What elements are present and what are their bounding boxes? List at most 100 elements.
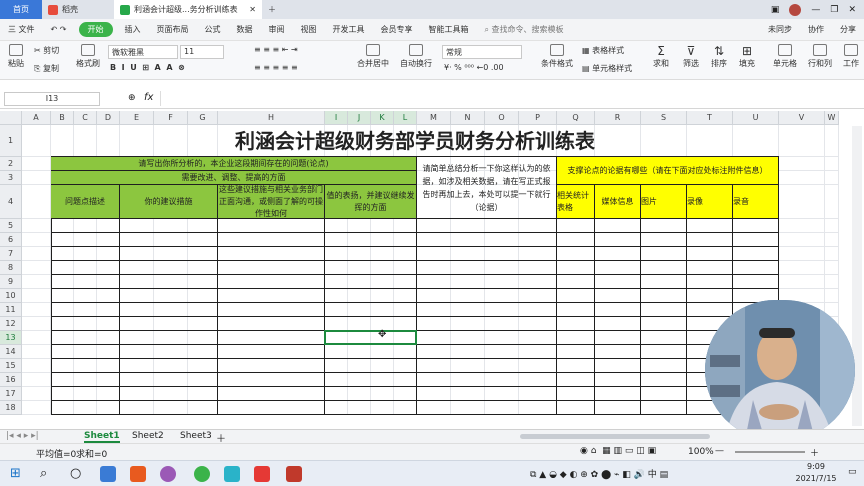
menu-file[interactable]: 三 文件 — [0, 24, 43, 35]
grid-cell[interactable] — [825, 261, 839, 275]
table-cell[interactable] — [51, 387, 120, 401]
column-header-R[interactable]: R — [595, 111, 641, 125]
paste-button[interactable]: 粘贴 — [4, 44, 28, 69]
table-cell[interactable] — [641, 261, 687, 275]
column-header-A[interactable]: A — [22, 111, 51, 125]
column-header-C[interactable]: C — [74, 111, 97, 125]
table-cell[interactable] — [325, 247, 417, 261]
header-problem-desc[interactable]: 问题点描述 — [51, 185, 120, 219]
grid-cell[interactable] — [22, 185, 51, 219]
menu-insert[interactable]: 插入 — [117, 24, 149, 35]
zoom-icon[interactable]: ⊕ — [128, 93, 136, 103]
table-cell[interactable] — [733, 275, 779, 289]
grid-cell[interactable] — [779, 261, 825, 275]
table-cell[interactable] — [325, 275, 417, 289]
header-suggestion[interactable]: 你的建议措施 — [120, 185, 218, 219]
grid-cell[interactable] — [825, 219, 839, 233]
task-view-icon[interactable]: ○ — [70, 466, 81, 481]
worksheet-button[interactable]: 工作 — [840, 44, 862, 69]
table-cell[interactable] — [218, 233, 325, 247]
table-cell[interactable] — [218, 401, 325, 415]
header-evidence-summary[interactable]: 请简单总结分析一下你这样认为的依据，如涉及相关数据，请在写正式报告时再加上去，本… — [417, 157, 557, 219]
column-header-M[interactable]: M — [417, 111, 451, 125]
table-cell[interactable] — [218, 261, 325, 275]
table-cell[interactable] — [325, 303, 417, 317]
grid-cell[interactable] — [22, 345, 51, 359]
table-cell[interactable] — [733, 247, 779, 261]
row-header-9[interactable]: 9 — [0, 275, 22, 289]
row-header-5[interactable]: 5 — [0, 219, 22, 233]
table-cell[interactable] — [218, 317, 325, 331]
fill-button[interactable]: ⊞ 填充 — [734, 44, 760, 69]
table-cell[interactable] — [557, 331, 595, 345]
header-praise[interactable]: 值的表扬，并建议继续发挥的方面 — [325, 185, 417, 219]
recorder-icon[interactable] — [286, 466, 302, 482]
close-window-icon[interactable]: ✕ — [848, 5, 856, 15]
table-cell[interactable] — [557, 233, 595, 247]
number-format-buttons[interactable]: ¥· % ⁰⁰⁰ ←0 .00 — [444, 63, 524, 72]
column-header-K[interactable]: K — [371, 111, 394, 125]
table-cell[interactable] — [325, 401, 417, 415]
table-cell[interactable] — [120, 233, 218, 247]
grid-cell[interactable] — [825, 185, 839, 219]
table-cell[interactable] — [687, 233, 733, 247]
column-header-N[interactable]: N — [451, 111, 485, 125]
align-buttons-top[interactable]: ≡ ≡ ≡ ⇤ ⇥ — [254, 45, 334, 54]
wps-icon[interactable] — [254, 466, 270, 482]
table-cell[interactable] — [557, 345, 595, 359]
row-header-3[interactable]: 3 — [0, 171, 22, 185]
menu-view[interactable]: 视图 — [293, 24, 325, 35]
file-explorer-icon[interactable] — [100, 466, 116, 482]
menu-data[interactable]: 数据 — [229, 24, 261, 35]
fx-icon[interactable]: fx — [144, 92, 153, 103]
cut-button[interactable]: ✂ 剪切 — [34, 45, 68, 56]
table-cell[interactable] — [641, 401, 687, 415]
table-cell[interactable] — [120, 247, 218, 261]
table-cell[interactable] — [595, 261, 641, 275]
grid-cell[interactable] — [779, 125, 825, 157]
new-tab-button[interactable]: ＋ — [262, 0, 282, 19]
grid-cell[interactable] — [22, 401, 51, 415]
table-cell[interactable] — [417, 359, 557, 373]
table-cell[interactable] — [218, 373, 325, 387]
table-cell[interactable] — [218, 387, 325, 401]
column-header-G[interactable]: G — [188, 111, 218, 125]
menu-start[interactable]: 开始 — [78, 22, 113, 37]
table-cell[interactable] — [120, 219, 218, 233]
header-issues[interactable]: 请写出你所分析的，本企业这段期间存在的问题(论点) — [51, 157, 417, 171]
table-cell[interactable] — [417, 387, 557, 401]
grid-cell[interactable] — [22, 317, 51, 331]
grid-cell[interactable] — [825, 247, 839, 261]
row-header-15[interactable]: 15 — [0, 359, 22, 373]
table-cell[interactable] — [733, 233, 779, 247]
app-icon-2[interactable] — [224, 466, 240, 482]
table-cell[interactable] — [51, 317, 120, 331]
table-cell[interactable] — [120, 317, 218, 331]
table-cell[interactable] — [733, 219, 779, 233]
table-cell[interactable] — [557, 373, 595, 387]
grid-cell[interactable] — [779, 275, 825, 289]
table-cell[interactable] — [417, 401, 557, 415]
table-cell[interactable] — [51, 373, 120, 387]
row-header-8[interactable]: 8 — [0, 261, 22, 275]
filter-button[interactable]: ⊽ 筛选 — [678, 44, 704, 69]
sheet-title[interactable]: 利涵会计超级财务部学员财务分析训练表 — [51, 125, 779, 157]
table-cell[interactable] — [120, 401, 218, 415]
table-cell[interactable] — [417, 373, 557, 387]
row-header-1[interactable]: 1 — [0, 125, 22, 157]
search-icon[interactable]: ⌕ — [40, 466, 47, 481]
header-video[interactable]: 录像 — [687, 185, 733, 219]
column-header-O[interactable]: O — [485, 111, 519, 125]
grid-cell[interactable] — [825, 125, 839, 157]
column-header-B[interactable]: B — [51, 111, 74, 125]
table-cell[interactable] — [595, 303, 641, 317]
table-cell[interactable] — [325, 387, 417, 401]
number-format-select[interactable]: 常规 — [442, 45, 522, 59]
column-header-D[interactable]: D — [97, 111, 120, 125]
column-header-L[interactable]: L — [394, 111, 417, 125]
sort-button[interactable]: ⇅ 排序 — [706, 44, 732, 69]
menu-review[interactable]: 审阅 — [261, 24, 293, 35]
undo-icon[interactable]: ↶ ↷ — [43, 25, 75, 34]
sheet-tab-1[interactable]: Sheet1 — [84, 431, 120, 443]
grid-cell[interactable] — [22, 275, 51, 289]
